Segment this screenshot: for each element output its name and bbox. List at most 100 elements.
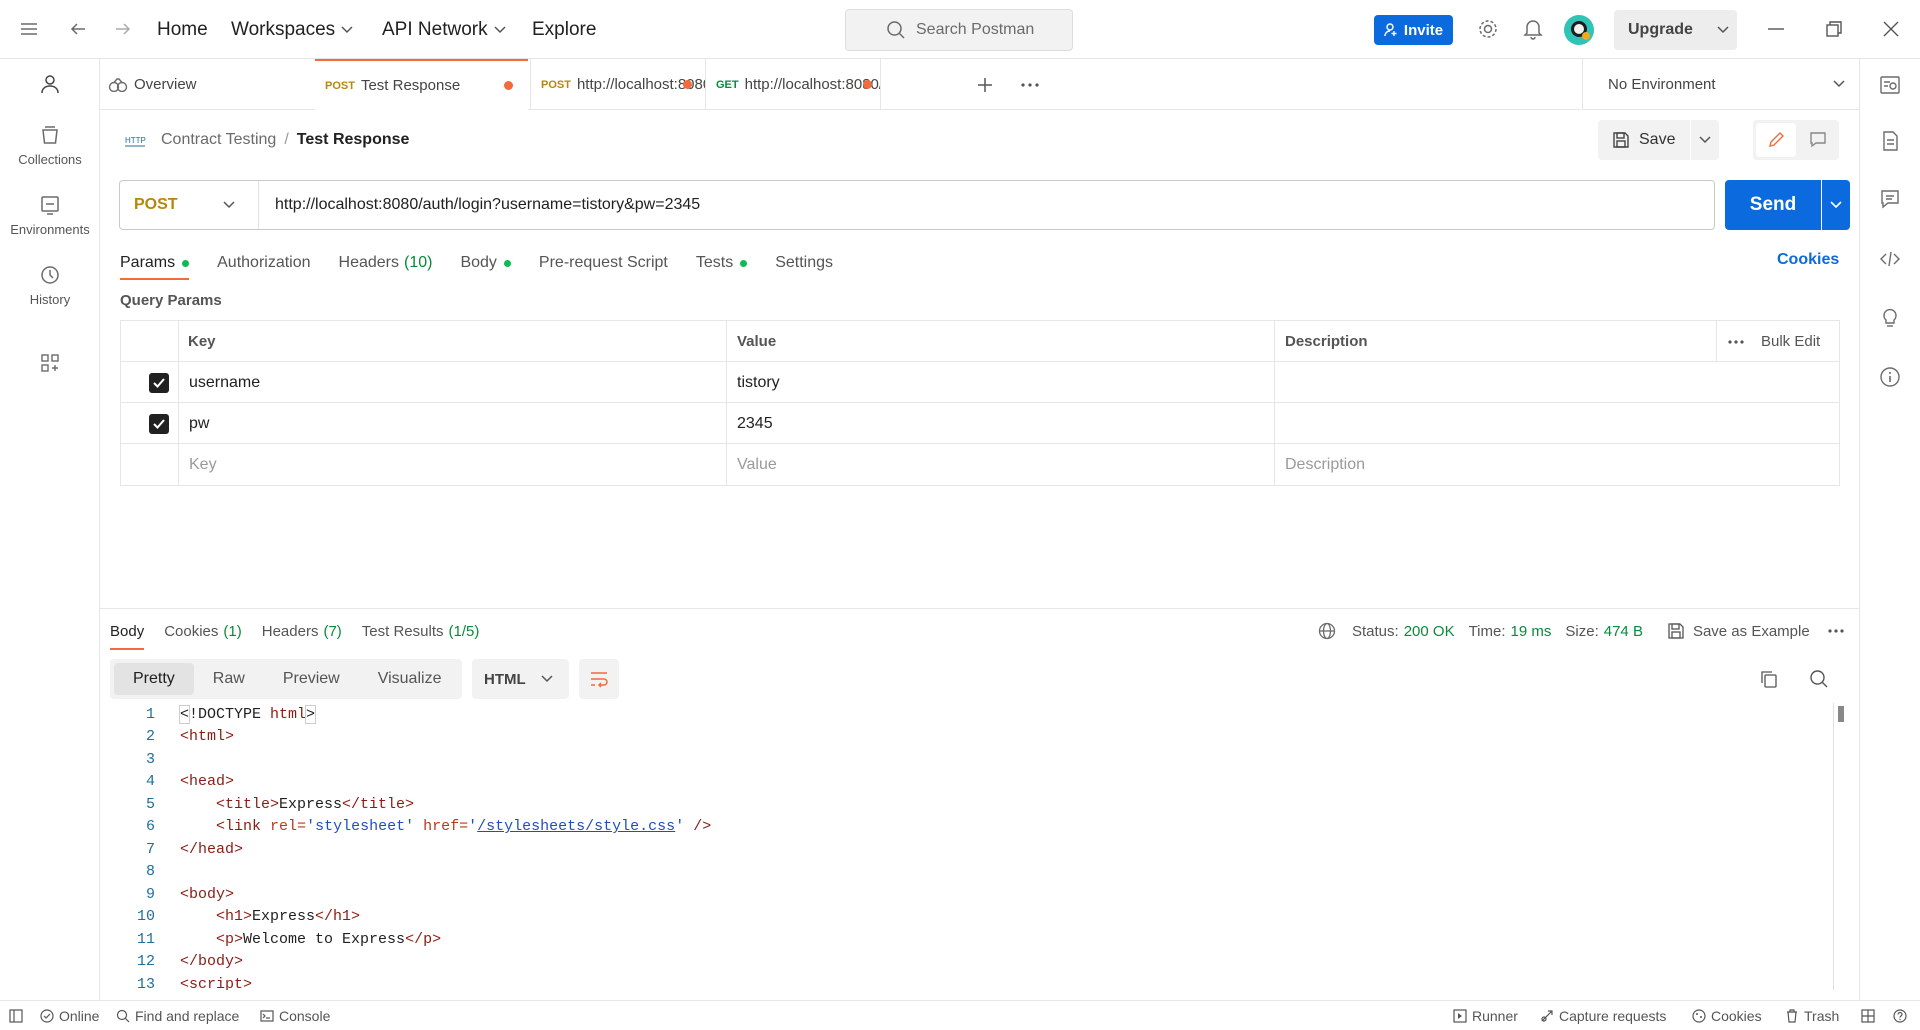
tab-test-response[interactable]: POST Test Response [315,59,528,110]
tab-params[interactable]: Params [120,246,190,280]
param-checkbox[interactable] [149,403,169,444]
trash-button[interactable]: Trash [1785,1001,1839,1030]
tab-get-localhost[interactable]: GET http://localhost:8080/a [705,59,881,110]
nav-explore[interactable]: Explore [532,0,596,59]
code-line: 1 <!DOCTYPE html> [145,704,317,724]
restore-window-icon[interactable] [1822,17,1846,41]
new-param-description-input[interactable]: Description [1285,444,1365,485]
forward-arrow-icon[interactable] [111,17,135,41]
save-options-chevron-icon[interactable] [1691,120,1719,160]
settings-gear-icon[interactable] [1476,17,1500,41]
documentation-icon[interactable] [1879,130,1901,152]
url-input[interactable]: http://localhost:8080/auth/login?usernam… [275,181,700,229]
layout-grid-icon[interactable] [1861,1001,1875,1030]
sidebar-item-environments[interactable]: Environments [0,194,100,237]
runner-button[interactable]: Runner [1453,1001,1518,1030]
status-code[interactable]: 200 OK [1404,623,1455,640]
environment-quick-look-icon[interactable] [1879,74,1901,96]
unsaved-dot [504,81,513,90]
more-options-icon[interactable] [1728,321,1744,362]
close-window-icon[interactable] [1879,17,1903,41]
send-button[interactable]: Send [1725,180,1821,230]
comments-icon[interactable] [1879,188,1901,210]
nav-api-network[interactable]: API Network [382,0,506,59]
search-icon[interactable] [1809,669,1829,689]
nav-home[interactable]: Home [157,0,208,59]
sidebar-item-collections[interactable]: Collections [0,124,100,167]
tab-tests[interactable]: Tests [696,246,748,280]
menu-icon[interactable] [17,17,41,41]
lightbulb-icon[interactable] [1879,307,1901,329]
view-visualize[interactable]: Visualize [359,663,461,695]
sidebar-item-history[interactable]: History [0,264,100,307]
param-checkbox[interactable] [149,362,169,403]
tab-pre-request-script[interactable]: Pre-request Script [539,246,668,280]
new-param-key-input[interactable]: Key [189,444,217,485]
param-key[interactable]: username [189,362,260,403]
cookies-button[interactable]: Cookies [1692,1001,1762,1030]
back-arrow-icon[interactable] [66,17,90,41]
tab-authorization[interactable]: Authorization [217,246,310,280]
nav-workspaces[interactable]: Workspaces [231,0,353,59]
console-button[interactable]: Console [260,1001,330,1030]
tab-headers[interactable]: Headers (10) [339,246,433,280]
search-icon [886,20,906,40]
sidebar-item-configure[interactable] [0,352,100,380]
upgrade-button[interactable]: Upgrade [1614,10,1737,50]
notification-bell-icon[interactable] [1521,17,1545,41]
search-input[interactable]: Search Postman [845,9,1073,51]
capture-requests-button[interactable]: Capture requests [1540,1001,1666,1030]
tab-post-localhost[interactable]: POST http://localhost:8080/ [530,59,705,110]
save-button[interactable]: Save [1598,120,1690,160]
tab-settings[interactable]: Settings [775,246,833,280]
comment-mode-icon[interactable] [1799,123,1837,157]
code-snippet-icon[interactable] [1879,248,1901,270]
breadcrumb-collection[interactable]: Contract Testing [161,131,276,149]
param-description[interactable] [1285,362,1825,403]
wrap-lines-icon[interactable] [579,659,619,699]
code-scrollbar-thumb[interactable] [1838,706,1844,722]
more-tabs-icon[interactable] [1018,59,1042,110]
param-value[interactable]: 2345 [737,403,773,444]
send-options-chevron-icon[interactable] [1822,180,1850,230]
more-options-icon[interactable] [1828,629,1844,633]
param-key[interactable]: pw [189,403,209,444]
view-pretty[interactable]: Pretty [114,663,194,695]
online-status[interactable]: Online [40,1001,99,1030]
response-tab-test-results[interactable]: Test Results (1/5) [362,612,480,650]
breadcrumb-request[interactable]: Test Response [297,131,410,149]
cookies-link[interactable]: Cookies [1777,251,1839,269]
tab-body[interactable]: Body [460,246,511,280]
bulk-edit-button[interactable]: Bulk Edit [1761,321,1820,362]
view-preview[interactable]: Preview [264,663,359,695]
sidebar-item-account[interactable] [0,73,100,101]
cookie-icon [1692,1009,1706,1023]
response-time[interactable]: 19 ms [1511,623,1552,640]
new-param-value-input[interactable]: Value [737,444,777,485]
save-as-example-button[interactable]: Save as Example [1693,623,1810,640]
view-raw[interactable]: Raw [194,663,264,695]
response-body-code[interactable]: 1 <!DOCTYPE html> 2 <html> 3 4 <head> 5 … [100,703,1840,990]
environment-selector[interactable]: No Environment [1582,59,1859,110]
param-value[interactable]: tistory [737,362,780,403]
find-and-replace-button[interactable]: Find and replace [116,1001,239,1030]
copy-icon[interactable] [1759,669,1779,689]
new-tab-plus-icon[interactable] [973,59,997,110]
minimize-window-icon[interactable] [1764,17,1788,41]
edit-pencil-icon[interactable] [1756,123,1796,157]
format-select[interactable]: HTML [472,659,569,699]
response-tab-body[interactable]: Body [110,612,145,650]
invite-button[interactable]: Invite [1374,15,1453,45]
response-tab-headers[interactable]: Headers (7) [262,612,342,650]
response-divider[interactable] [100,608,1859,609]
info-icon[interactable] [1879,366,1901,388]
method-select[interactable]: POST [120,181,259,229]
tab-overview[interactable]: Overview [108,59,314,110]
help-icon[interactable] [1893,1001,1907,1030]
toggle-sidebar-icon[interactable] [9,1001,23,1030]
response-tab-cookies[interactable]: Cookies (1) [164,612,242,650]
globe-icon[interactable] [1318,622,1336,640]
param-description[interactable] [1285,403,1825,444]
avatar[interactable] [1564,15,1594,45]
response-size[interactable]: 474 B [1604,623,1643,640]
